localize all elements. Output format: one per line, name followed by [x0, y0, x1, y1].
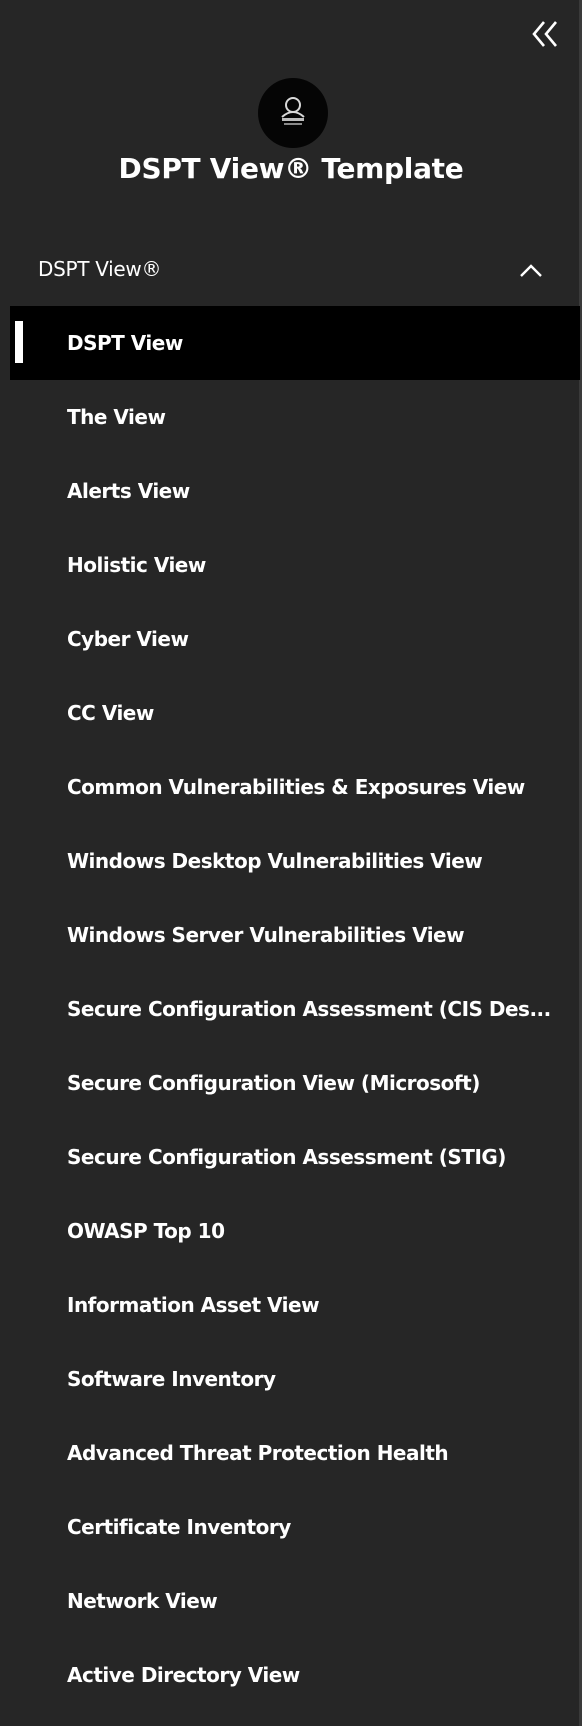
nav-item-label: Network View: [67, 1589, 218, 1613]
section-header-dspt-view[interactable]: DSPT View®: [0, 243, 582, 299]
nav-item-owasp-top-10[interactable]: OWASP Top 10: [10, 1194, 580, 1268]
nav-item-cve-view[interactable]: Common Vulnerabilities & Exposures View: [10, 750, 580, 824]
nav-item-information-asset-view[interactable]: Information Asset View: [10, 1268, 580, 1342]
nav-item-label: The View: [67, 405, 166, 429]
nav-item-label: Certificate Inventory: [67, 1515, 291, 1539]
nav-item-the-view[interactable]: The View: [10, 380, 580, 454]
double-chevron-left-icon: [532, 21, 557, 47]
nav-item-label: Windows Server Vulnerabilities View: [67, 923, 465, 947]
nav-item-label: Secure Configuration View (Microsoft): [67, 1071, 480, 1095]
nav-item-label: DSPT View: [67, 331, 183, 355]
nav-item-active-directory-view[interactable]: Active Directory View: [10, 1638, 580, 1712]
nav-item-cyber-view[interactable]: Cyber View: [10, 602, 580, 676]
section-label: DSPT View®: [38, 257, 162, 281]
nav-item-atp-health[interactable]: Advanced Threat Protection Health: [10, 1416, 580, 1490]
nav-item-label: CC View: [67, 701, 154, 725]
logo-icon: [281, 97, 305, 125]
logo: [258, 78, 328, 148]
chevron-up-icon: [520, 264, 542, 277]
sidebar: DSPT View® Template DSPT View® DSPT View…: [0, 0, 582, 1726]
nav-item-label: OWASP Top 10: [67, 1219, 225, 1243]
nav-item-label: Advanced Threat Protection Health: [67, 1441, 449, 1465]
nav-item-secure-config-cis[interactable]: Secure Configuration Assessment (CIS Des…: [10, 972, 580, 1046]
nav-item-dspt-view[interactable]: DSPT View: [10, 306, 580, 380]
nav-item-certificate-inventory[interactable]: Certificate Inventory: [10, 1490, 580, 1564]
nav-item-label: Active Directory View: [67, 1663, 300, 1687]
collapse-sidebar-button[interactable]: [525, 14, 565, 54]
nav-item-label: Alerts View: [67, 479, 190, 503]
nav-item-label: Secure Configuration Assessment (STIG): [67, 1145, 506, 1169]
nav-item-label: Secure Configuration Assessment (CIS Des…: [67, 997, 551, 1021]
app-title: DSPT View® Template: [118, 152, 464, 185]
nav-item-label: Cyber View: [67, 627, 189, 651]
nav-list: DSPT View The View Alerts View Holistic …: [10, 306, 580, 1712]
nav-item-holistic-view[interactable]: Holistic View: [10, 528, 580, 602]
nav-item-label: Information Asset View: [67, 1293, 320, 1317]
nav-item-network-view[interactable]: Network View: [10, 1564, 580, 1638]
nav-item-cc-view[interactable]: CC View: [10, 676, 580, 750]
nav-item-label: Common Vulnerabilities & Exposures View: [67, 775, 525, 799]
active-indicator: [15, 321, 23, 363]
nav-item-label: Holistic View: [67, 553, 206, 577]
nav-item-alerts-view[interactable]: Alerts View: [10, 454, 580, 528]
nav-item-secure-config-microsoft[interactable]: Secure Configuration View (Microsoft): [10, 1046, 580, 1120]
nav-item-secure-config-stig[interactable]: Secure Configuration Assessment (STIG): [10, 1120, 580, 1194]
nav-item-label: Software Inventory: [67, 1367, 276, 1391]
nav-item-label: Windows Desktop Vulnerabilities View: [67, 849, 483, 873]
nav-item-windows-server-vulnerabilities[interactable]: Windows Server Vulnerabilities View: [10, 898, 580, 972]
nav-item-software-inventory[interactable]: Software Inventory: [10, 1342, 580, 1416]
nav-item-windows-desktop-vulnerabilities[interactable]: Windows Desktop Vulnerabilities View: [10, 824, 580, 898]
